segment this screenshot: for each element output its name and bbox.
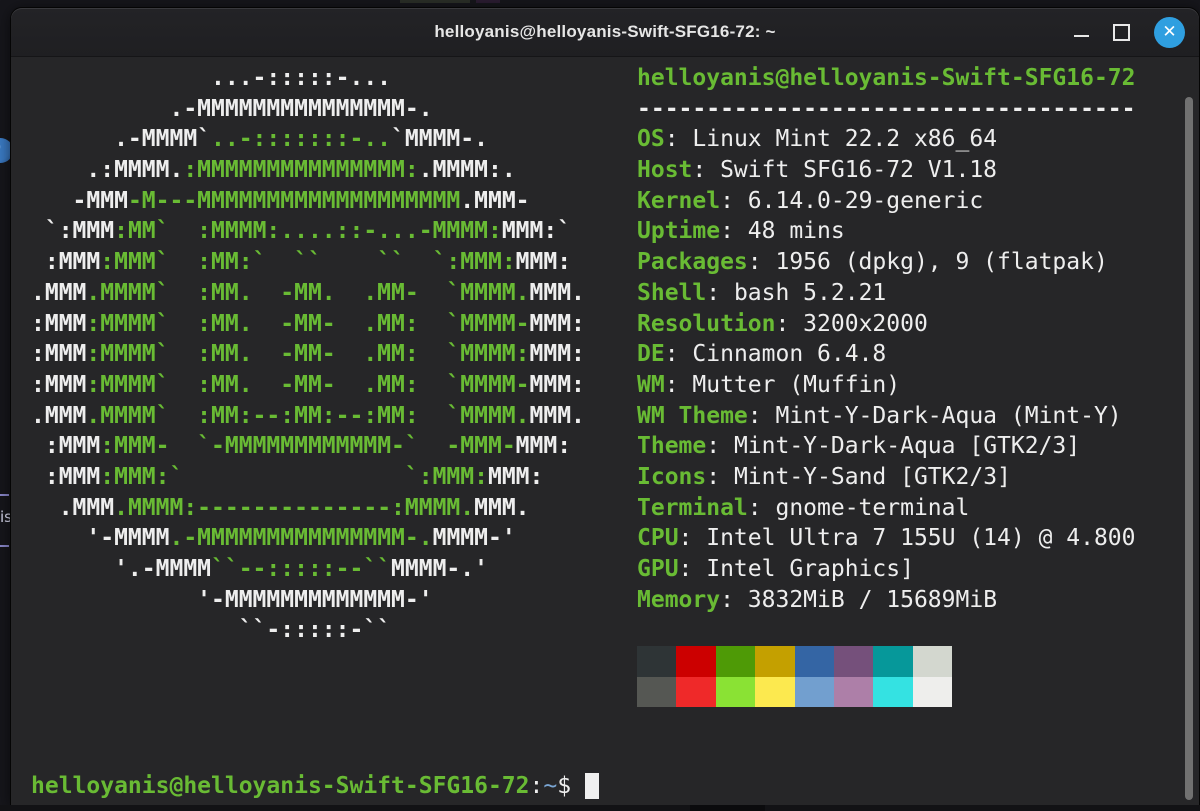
info-value: : Swift SFG16-72 V1.18	[692, 157, 998, 184]
info-value: : Mint-Y-Dark-Aqua [GTK2/3]	[706, 433, 1081, 460]
info-value: : Linux Mint 22.2 x86_64	[664, 126, 998, 153]
info-label: OS	[637, 126, 665, 153]
ascii-logo-line: -MMM-M---MMMMMMMMMMMMMMMMMMM.MMM-	[31, 187, 530, 214]
ascii-logo-line: .MMM.MMMM` :MM. -MM. .MM- `MMMM.MMM.	[31, 279, 585, 306]
info-value: : 3832MiB / 15689MiB	[720, 586, 998, 613]
info-label: WM	[637, 371, 665, 398]
close-button[interactable]: ✕	[1154, 16, 1185, 48]
shell-prompt: helloyanis@helloyanis-Swift-SFG16-72:~$	[31, 771, 600, 802]
info-value: : 6.14.0-29-generic	[720, 187, 984, 214]
palette-swatch	[755, 646, 795, 677]
ascii-logo-line: :MMM:MMMM` :MM. -MM- .MM: `MMMM-MMM:	[31, 310, 585, 337]
info-label: Kernel	[637, 187, 721, 214]
ascii-logo-line: :MMM:MMM- `-MMMMMMMMMMMM-` -MMM-MMM:	[31, 433, 572, 460]
info-label: Host	[637, 157, 693, 184]
palette-swatch	[833, 646, 874, 677]
ascii-logo: ...-:::::-... .-MMMMMMMMMMMMMMM-. .-MMMM…	[31, 63, 585, 646]
palette-swatch	[833, 676, 874, 708]
info-value: : 3200x2000	[775, 310, 928, 337]
info-label: WM Theme	[637, 402, 748, 429]
system-info: helloyanis@helloyanis-Swift-SFG16-72 ---…	[637, 63, 1136, 615]
ascii-logo-line: '-MMMM.-MMMMMMMMMMMMMMM-.MMMM-'	[31, 525, 516, 552]
ascii-logo-line: :MMM:MMMM` :MM. -MM- .MM: `MMMM:MMM:	[31, 341, 585, 368]
ascii-logo-line: ...-:::::-...	[31, 65, 392, 91]
info-label: GPU	[637, 556, 679, 582]
palette-swatch	[794, 646, 834, 677]
info-label: Uptime	[637, 218, 721, 245]
info-label: Resolution	[637, 310, 776, 337]
ascii-logo-line: :MMM:MMMM` :MM. -MM- .MM: `MMMM-MMM:	[31, 371, 585, 398]
palette-swatch	[637, 676, 677, 708]
ascii-logo-line: .MMM.MMMM:--------------:MMMM.MMM.	[31, 494, 530, 521]
info-label: Theme	[637, 433, 707, 460]
ascii-logo-line: '-MMMMMMMMMMMMM-'	[31, 586, 433, 613]
color-palette	[637, 646, 953, 708]
info-value: : Intel Graphics]	[678, 556, 914, 582]
ascii-logo-line: :MMM:MMM` :MM:` `` `` `:MMM:MMM:	[31, 249, 572, 276]
ascii-logo-line: .-MMMMMMMMMMMMMMM-.	[31, 95, 433, 122]
ascii-logo-line: '.-MMMM``--:::::--``MMMM-.'	[31, 556, 488, 582]
info-value: : Intel Ultra 7 155U (14) @ 4.800	[678, 525, 1136, 552]
minimize-button[interactable]	[1074, 35, 1089, 37]
neofetch-title: helloyanis@helloyanis-Swift-SFG16-72	[637, 65, 1136, 91]
prompt-colon: :	[529, 773, 544, 799]
info-value: : Mint-Y-Dark-Aqua (Mint-Y)	[747, 402, 1122, 429]
terminal-screen[interactable]: ...-:::::-... .-MMMMMMMMMMMMMMM-. .-MMMM…	[11, 56, 1199, 805]
terminal-window: helloyanis@helloyanis-Swift-SFG16-72: ~ …	[10, 7, 1200, 805]
info-value: : 48 mins	[720, 218, 845, 245]
palette-swatch	[715, 646, 756, 677]
info-entries: OS: Linux Mint 22.2 x86_64 Host: Swift S…	[637, 126, 1136, 612]
maximize-button[interactable]	[1113, 23, 1130, 41]
palette-swatch	[715, 676, 756, 708]
ascii-logo-line: :MMM:MMM:` `:MMM:MMM:	[31, 463, 544, 490]
ascii-logo-line: .-MMMM`..-:::::::-..`MMMM-.	[31, 126, 488, 153]
desktop-bottom-fragment	[0, 805, 1200, 811]
prompt-path: ~	[543, 773, 558, 799]
palette-swatch	[873, 646, 913, 677]
ascii-logo-line: .:MMMM.:MMMMMMMMMMMMMMM:.MMMM:.	[31, 157, 516, 184]
desktop-window-edge-fragment	[0, 494, 9, 496]
neofetch-separator: ------------------------------------	[637, 95, 1136, 122]
palette-swatch	[637, 646, 677, 677]
ascii-logo-line: .MMM.MMMM` :MM:--:MM:--:MM: `MMMM.MMM.	[31, 402, 585, 429]
window-controls: ✕	[1074, 8, 1185, 56]
palette-swatch	[912, 676, 953, 708]
desktop-fragment-top-1	[400, 0, 470, 3]
prompt-symbol: $	[557, 773, 572, 799]
info-label: Terminal	[637, 494, 748, 521]
desktop-window-edge-fragment	[0, 545, 9, 547]
desktop-fragment-top-2	[476, 0, 500, 3]
titlebar[interactable]: helloyanis@helloyanis-Swift-SFG16-72: ~ …	[11, 8, 1199, 57]
info-label: Shell	[637, 279, 707, 306]
palette-swatch	[794, 676, 834, 708]
terminal-cursor	[585, 773, 600, 799]
prompt-user-host: helloyanis@helloyanis-Swift-SFG16-72	[31, 773, 530, 799]
ascii-logo-line: ``-:::::-``	[31, 617, 392, 644]
palette-swatch	[676, 676, 716, 708]
info-label: Memory	[637, 586, 721, 613]
desktop-bottom-fragment-2	[690, 805, 765, 811]
info-value: : Cinnamon 6.4.8	[664, 341, 887, 368]
scrollbar-thumb[interactable]	[1185, 97, 1193, 800]
palette-swatch	[676, 646, 716, 677]
ascii-logo-line: `:MMM:MM` :MMMM:....::-...-MMMM:MMM:`	[31, 218, 572, 245]
palette-swatch	[873, 676, 913, 708]
info-label: Icons	[637, 463, 707, 490]
palette-swatch	[912, 646, 953, 677]
info-label: CPU	[637, 525, 679, 552]
info-value: : bash 5.2.21	[706, 279, 887, 306]
info-value: : gnome-terminal	[747, 494, 970, 521]
info-label: Packages	[637, 249, 748, 276]
info-value: : Mutter (Muffin)	[664, 371, 901, 398]
close-icon: ✕	[1162, 22, 1177, 42]
info-label: DE	[637, 341, 665, 368]
info-value: : Mint-Y-Sand [GTK2/3]	[706, 463, 1011, 490]
window-title: helloyanis@helloyanis-Swift-SFG16-72: ~	[434, 22, 776, 41]
palette-swatch	[755, 676, 795, 708]
info-value: : 1956 (dpkg), 9 (flatpak)	[747, 249, 1108, 276]
